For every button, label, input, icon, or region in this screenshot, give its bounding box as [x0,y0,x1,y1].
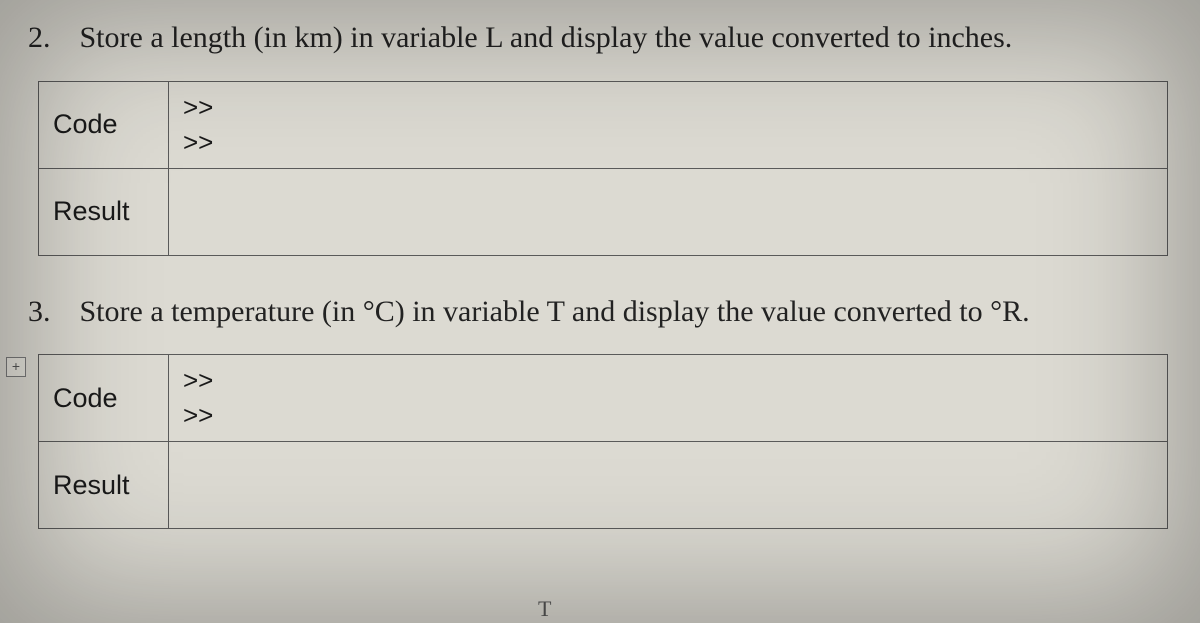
text-caret-icon: T [538,596,551,622]
question-3-prompt: 3. Store a temperature (in °C) in variab… [28,292,1172,333]
q2-result-label: Result [39,168,169,255]
q3-code-label: Code [39,355,169,442]
q3-result-cell[interactable] [169,442,1168,529]
q3-result-label: Result [39,442,169,529]
question-2-number: 2. [28,18,72,59]
question-3-table: Code >> >> Result [38,354,1168,529]
question-3-number: 3. [28,292,72,333]
q2-result-cell[interactable] [169,168,1168,255]
q3-code-cell[interactable]: >> >> [169,355,1168,442]
table-anchor-icon[interactable]: + [6,357,26,377]
question-3-text: Store a temperature (in °C) in variable … [80,295,1030,328]
q2-code-label: Code [39,81,169,168]
worksheet-page: 2. Store a length (in km) in variable L … [0,0,1200,529]
question-2-text: Store a length (in km) in variable L and… [80,21,1013,54]
question-2-prompt: 2. Store a length (in km) in variable L … [28,18,1172,59]
question-2-table: Code >> >> Result [38,81,1168,256]
q2-code-cell[interactable]: >> >> [169,81,1168,168]
